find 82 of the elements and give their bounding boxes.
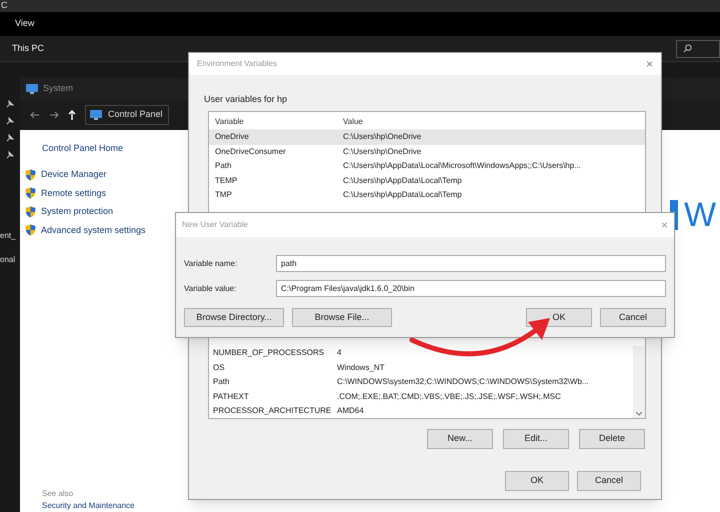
dialog-button[interactable]: Browse File...	[292, 308, 392, 327]
up-icon[interactable]	[68, 110, 76, 120]
shield-icon	[25, 187, 36, 200]
variable-name: Path	[215, 160, 232, 172]
dialog-button[interactable]: Cancel	[577, 471, 641, 491]
search-icon	[683, 44, 692, 53]
dialog-button[interactable]: OK	[505, 471, 569, 491]
shield-icon	[25, 224, 36, 236]
text-field[interactable]: C:\Program Files\java\jdk1.6.0_20\bin	[276, 280, 666, 297]
variable-row[interactable]: OS Windows_NT	[209, 360, 633, 375]
variable-value: C:\Users\hp\AppData\Local\Temp	[343, 189, 462, 202]
field-label: Variable value:	[184, 282, 238, 294]
task-link[interactable]: System protection	[41, 205, 114, 218]
variable-name: TMP	[215, 189, 233, 202]
column-header[interactable]: Value	[343, 116, 363, 128]
shield-icon	[25, 206, 36, 218]
scroll-down-icon[interactable]	[636, 412, 642, 416]
menu-item[interactable]: View	[15, 17, 34, 31]
dialog-title: Environment Variables	[197, 58, 277, 70]
nav-item[interactable]: ent_	[0, 230, 16, 242]
window-title: System	[43, 82, 74, 96]
variable-row[interactable]: OneDrive C:\Users\hp\OneDrive	[209, 130, 645, 144]
variable-name: OS	[213, 362, 226, 374]
variable-value: C:\Users\hp\OneDrive	[343, 146, 422, 158]
monitor-icon	[90, 110, 102, 120]
monitor-icon	[26, 84, 38, 94]
variable-name: NUMBER_OF_PROCESSORS	[213, 347, 326, 360]
banner-text: W	[684, 198, 716, 232]
dialog-button[interactable]: Delete	[579, 429, 645, 449]
shield-icon	[25, 168, 36, 181]
column-header[interactable]: Variable	[215, 116, 343, 128]
field-label: Variable name:	[184, 258, 238, 270]
address-bar[interactable]: Control Panel	[85, 105, 169, 125]
dialog-button[interactable]: Cancel	[600, 308, 666, 327]
variable-value: C:\Users\hp\AppData\Local\Microsoft\WindowsApps;;C:\Users\hp...	[343, 160, 581, 172]
forward-icon[interactable]	[49, 111, 59, 119]
scrollbar[interactable]	[633, 346, 645, 418]
variable-row[interactable]: PROCESSOR_ARCHITECTURE AMD64	[209, 404, 633, 418]
address-text: Control Panel	[108, 108, 163, 122]
variable-value: 4	[337, 347, 342, 360]
variable-name: TEMP	[215, 174, 238, 187]
window-title: C	[1, 0, 8, 12]
pin-icon[interactable]	[6, 117, 14, 125]
pin-icon[interactable]	[6, 100, 14, 108]
task-link[interactable]: Device Manager	[41, 168, 107, 182]
variable-value: AMD64	[337, 405, 364, 418]
variable-name: PATHEXT	[213, 390, 250, 403]
see-also-link[interactable]: Security and Maintenance	[42, 502, 134, 510]
group-label: User variables for hp	[204, 93, 288, 106]
home-link[interactable]: Control Panel Home	[42, 142, 124, 156]
variable-name: PROCESSOR_ARCHITECTURE	[213, 405, 332, 418]
pin-icon[interactable]	[6, 134, 14, 142]
variable-row[interactable]: Path C:\WINDOWS\system32;C:\WINDOWS;C:\WINDOWS\System32\Wb...	[209, 375, 633, 390]
text-field[interactable]: path	[276, 255, 666, 272]
nav-item[interactable]: onal	[0, 254, 16, 266]
task-link[interactable]: Remote settings	[41, 186, 106, 200]
pin-icon[interactable]	[6, 151, 14, 159]
variable-value: C:\Users\hp\OneDrive	[343, 131, 422, 144]
search-field[interactable]	[676, 40, 720, 58]
variable-row[interactable]: Path C:\Users\hp\AppData\Local\Microsoft\WindowsApps;;C:\Users\hp...	[209, 159, 645, 174]
variable-value: C:\Users\hp\AppData\Local\Temp	[343, 174, 462, 187]
task-link[interactable]: Advanced system settings	[41, 224, 146, 237]
see-also-label: See also	[42, 488, 74, 500]
dialog-button[interactable]: New...	[427, 429, 493, 449]
dialog-button[interactable]: Browse Directory...	[184, 308, 284, 327]
dialog-title: New User Variable	[182, 219, 248, 231]
variable-row[interactable]: TEMP C:\Users\hp\AppData\Local\Temp	[209, 174, 645, 188]
dialog-button[interactable]: Edit...	[503, 429, 569, 449]
variable-name: Path	[213, 376, 230, 388]
variable-name: OneDrive	[215, 131, 250, 144]
variable-row[interactable]: OneDriveConsumer C:\Users\hp\OneDrive	[209, 144, 645, 159]
variable-value: .COM;.EXE;.BAT;.CMD;.VBS;.VBE;.JS;.JSE;.WSF;.WSH;.MSC	[337, 390, 561, 403]
back-icon[interactable]	[30, 111, 40, 119]
variable-value: Windows_NT	[337, 362, 385, 374]
variable-value: C:\WINDOWS\system32;C:\WINDOWS;C:\WINDOWS\System32\Wb...	[337, 376, 589, 388]
variable-row[interactable]: TMP C:\Users\hp\AppData\Local\Temp	[209, 188, 645, 202]
close-button[interactable]: ×	[646, 55, 653, 73]
dialog-button[interactable]: OK	[526, 308, 592, 327]
address-text: This PC	[12, 42, 46, 55]
variable-row[interactable]: PATHEXT .COM;.EXE;.BAT;.CMD;.VBS;.VBE;.JS;.JSE;.WSF;.WSH;.MSC	[209, 390, 633, 404]
variable-name: OneDriveConsumer	[215, 146, 287, 158]
variable-row[interactable]: NUMBER_OF_PROCESSORS 4	[209, 346, 633, 360]
